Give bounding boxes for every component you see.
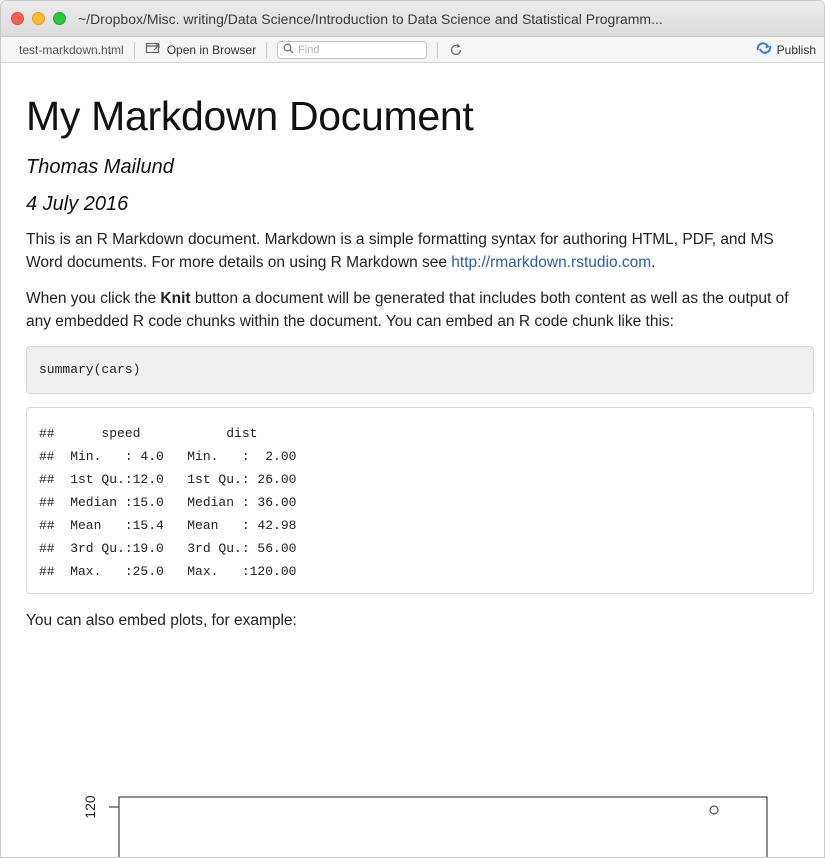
- knit-keyword: Knit: [160, 290, 191, 307]
- browser-window-icon: [145, 41, 161, 58]
- close-button[interactable]: [11, 12, 24, 25]
- refresh-icon[interactable]: [448, 42, 464, 58]
- output-line: ## 1st Qu.:12.0 1st Qu.: 26.00: [39, 472, 313, 487]
- document-date: 4 July 2016: [26, 193, 129, 215]
- plots-paragraph: You can also embed plots, for example:: [26, 612, 297, 629]
- toolbar-divider: [266, 41, 268, 58]
- viewer-toolbar: test-markdown.html Open in Browser Publi…: [1, 37, 824, 63]
- intro-period: .: [651, 254, 656, 271]
- open-in-browser-button[interactable]: Open in Browser: [145, 41, 256, 58]
- output-line: ## Mean :15.4 Mean : 42.98: [39, 518, 313, 533]
- toolbar-divider: [133, 41, 135, 58]
- knit-paragraph: When you click the Knit button a documen…: [26, 287, 812, 333]
- open-in-browser-label: Open in Browser: [166, 42, 257, 57]
- data-point: [709, 805, 719, 815]
- search-icon: [283, 43, 294, 57]
- find-field[interactable]: [277, 40, 428, 59]
- intro-paragraph: This is an R Markdown document. Markdown…: [26, 228, 812, 274]
- document-title: My Markdown Document: [26, 93, 474, 139]
- toolbar-divider: [437, 41, 439, 58]
- embedded-plot: 120: [61, 731, 781, 857]
- y-axis-tick-label: 120: [82, 795, 98, 819]
- find-input[interactable]: [298, 43, 419, 56]
- output-line: ## 3rd Qu.:19.0 3rd Qu.: 56.00: [39, 541, 313, 556]
- publish-label: Publish: [776, 42, 816, 57]
- code-output-block: ## speed dist ## Min. : 4.0 Min. : 2.00 …: [26, 407, 814, 594]
- window-title: ~/Dropbox/Misc. writing/Data Science/Int…: [78, 10, 663, 27]
- publish-icon: [756, 41, 772, 58]
- output-line: ## Median :15.0 Median : 36.00: [39, 495, 313, 510]
- publish-button[interactable]: Publish: [756, 41, 816, 58]
- output-line: ## Min. : 4.0 Min. : 2.00: [39, 449, 313, 464]
- window-controls: [11, 12, 66, 25]
- title-bar: ~/Dropbox/Misc. writing/Data Science/Int…: [1, 1, 824, 37]
- output-line: ## Max. :25.0 Max. :120.00: [39, 564, 313, 579]
- document-author: Thomas Mailund: [26, 156, 174, 178]
- rmarkdown-link[interactable]: http://rmarkdown.rstudio.com: [451, 254, 651, 271]
- output-line: ## speed dist: [39, 426, 313, 441]
- code-input-block: summary(cars): [26, 346, 814, 394]
- minimize-button[interactable]: [32, 12, 45, 25]
- zoom-button[interactable]: [53, 12, 66, 25]
- knit-text-before: When you click the: [26, 290, 161, 307]
- rstudio-viewer-window: ~/Dropbox/Misc. writing/Data Science/Int…: [0, 0, 825, 858]
- file-name-label: test-markdown.html: [19, 42, 124, 57]
- plot-frame: [118, 796, 768, 857]
- intro-text: This is an R Markdown document. Markdown…: [26, 231, 774, 271]
